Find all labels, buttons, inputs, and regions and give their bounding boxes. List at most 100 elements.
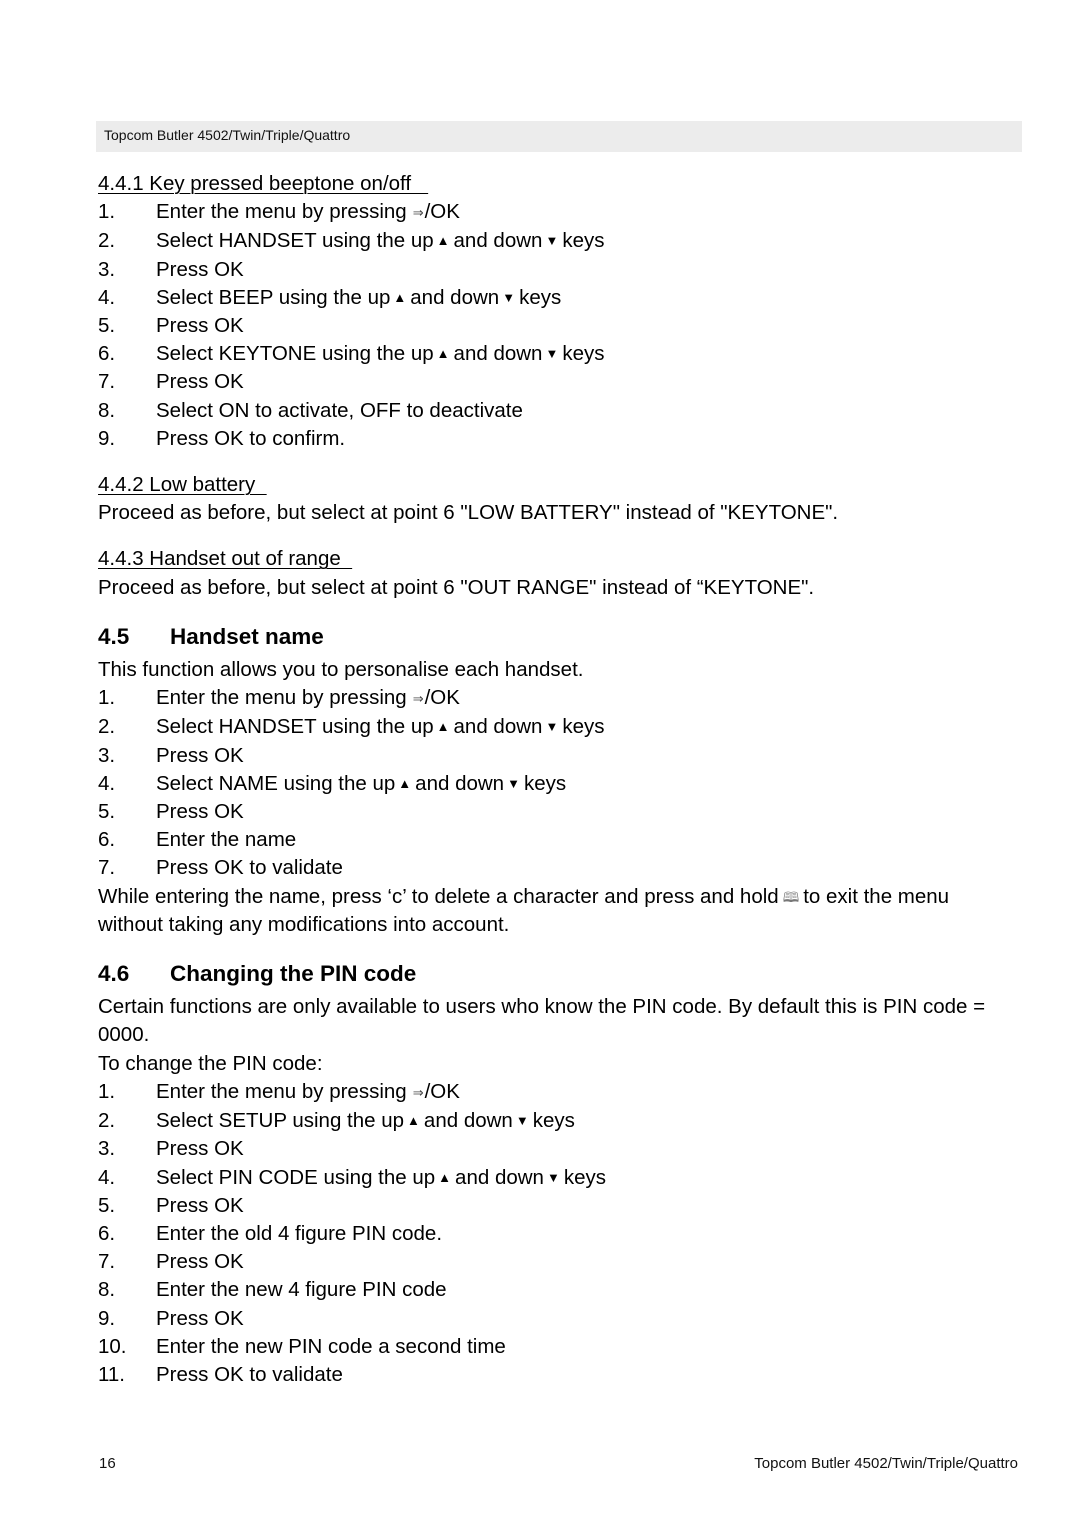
- step-text: Enter the menu by pressing ⇒/OK: [156, 684, 460, 713]
- section-number: 4.6: [98, 961, 130, 987]
- step-text: Select NAME using the up ▲ and down ▼ keys: [156, 770, 566, 798]
- step-item: 6. Enter the name: [98, 826, 1018, 854]
- step-text-start: Select HANDSET using the up: [156, 229, 434, 253]
- step-text-start: Select HANDSET using the up: [156, 715, 434, 739]
- step-number: 4.: [98, 285, 116, 309]
- step-item: 2. Select HANDSET using the up ▲ and down ▼ k…: [98, 227, 1018, 255]
- down-arrow-icon: ▼: [545, 233, 559, 249]
- up-arrow-icon: ▲: [398, 775, 412, 791]
- section-intro: This function allows you to personalise …: [98, 658, 584, 682]
- section-intro: Certain functions are only available to …: [98, 995, 986, 1047]
- step-text: Press OK: [156, 314, 244, 338]
- step-text: Enter the menu by pressing ⇒/OK: [156, 1078, 460, 1107]
- step-text: Enter the new PIN code a second time: [156, 1334, 506, 1358]
- step-text: Press OK: [156, 1306, 244, 1330]
- step-text-start: Select PIN CODE using the up: [156, 1165, 436, 1189]
- step-text: Press OK: [156, 1137, 244, 1161]
- step-text: Select HANDSET using the up ▲ and down ▼ key…: [156, 713, 604, 741]
- down-arrow-icon: ▼: [502, 289, 516, 305]
- step-text-middle: and down: [453, 229, 543, 253]
- step-item: 1. Enter the menu by pressing ⇒/OK: [98, 684, 1018, 713]
- step-text-end: /OK: [424, 686, 460, 710]
- step-number: 7.: [98, 856, 116, 880]
- step-number: 4.: [98, 771, 116, 795]
- section-heading: 4.6 Changing the PIN code: [98, 960, 1018, 988]
- section-4-4-2: 4.4.2 Low battery Proceed as before, but…: [98, 471, 1018, 527]
- section-lead: To change the PIN code:: [98, 1051, 323, 1075]
- step-item: 1. Enter the menu by pressing ⇒/OK: [98, 198, 1018, 227]
- step-item: 5. Press OK: [98, 798, 1018, 826]
- step-number: 1.: [98, 1079, 116, 1103]
- step-number: 6.: [98, 1221, 116, 1245]
- step-item: 4. Select PIN CODE using the up ▲ and down ▼…: [98, 1164, 1018, 1192]
- step-text-middle: and down: [453, 715, 543, 739]
- down-arrow-icon: ▼: [546, 1169, 560, 1185]
- footer-title: Topcom Butler 4502/Twin/Triple/Quattro: [754, 1455, 1018, 1472]
- step-item: 3. Press OK: [98, 742, 1018, 770]
- subsection-body: Proceed as before, but select at point 6…: [98, 501, 839, 525]
- steps-list: 1. Enter the menu by pressing ⇒/OK 2. Select…: [98, 1078, 1018, 1389]
- step-text-start: Enter the menu by pressing: [156, 200, 407, 224]
- step-text: Select SETUP using the up ▲ and down ▼ keys: [156, 1107, 575, 1135]
- step-item: 11. Press OK to validate: [98, 1361, 1018, 1389]
- menu-enter-icon: ⇒: [412, 205, 424, 221]
- section-4-5: 4.5 Handset name This function allows yo…: [98, 623, 1018, 939]
- step-text-middle: and down: [453, 342, 543, 366]
- step-text-end: keys: [519, 285, 562, 309]
- step-text-middle: and down: [410, 285, 500, 309]
- step-number: 9.: [98, 1306, 116, 1330]
- step-text-end: /OK: [424, 1079, 460, 1103]
- step-text-middle: and down: [415, 771, 505, 795]
- step-text: Press OK: [156, 1193, 244, 1217]
- step-number: 2.: [98, 715, 116, 739]
- step-text: Press OK: [156, 800, 244, 824]
- step-text: Press OK to validate: [156, 856, 343, 880]
- step-text: Press OK: [156, 743, 244, 767]
- step-number: 3.: [98, 257, 116, 281]
- step-text-middle: and down: [455, 1165, 544, 1189]
- step-text-end: /OK: [424, 200, 460, 224]
- up-arrow-icon: ▲: [436, 346, 450, 362]
- step-text-start: Enter the menu by pressing: [156, 1079, 407, 1103]
- step-text: Press OK: [156, 370, 244, 394]
- subsection-title: 4.4.1 Key pressed beeptone on/off: [98, 172, 429, 195]
- step-text-end: keys: [562, 715, 605, 739]
- step-number: 9.: [98, 426, 116, 450]
- page-header: Topcom Butler 4502/Twin/Triple/Quattro: [96, 121, 1022, 152]
- subsection-title: 4.4.3 Handset out of range: [98, 547, 353, 571]
- section-number: 4.5: [98, 623, 130, 649]
- step-item: 5. Press OK: [98, 1192, 1018, 1220]
- step-number: 6.: [98, 828, 116, 852]
- step-item: 4. Select NAME using the up ▲ and down ▼ keys: [98, 770, 1018, 798]
- step-number: 11.: [98, 1362, 125, 1386]
- step-number: 7.: [98, 370, 116, 394]
- section-4-4-1: 4.4.1 Key pressed beeptone on/off 1. Ente…: [98, 170, 1018, 453]
- section-title: Handset name: [170, 623, 324, 649]
- step-item: 7. Press OK to validate: [98, 854, 1018, 882]
- step-number: 5.: [98, 800, 116, 824]
- step-number: 5.: [98, 314, 116, 338]
- step-text: Enter the old 4 figure PIN code.: [156, 1221, 443, 1245]
- step-text: Select ON to activate, OFF to deactivate: [156, 398, 523, 422]
- step-item: 2. Select HANDSET using the up ▲ and down ▼ k…: [98, 713, 1018, 741]
- steps-list: 1. Enter the menu by pressing ⇒/OK 2. Select…: [98, 198, 1018, 453]
- step-text-end: keys: [523, 771, 567, 795]
- down-arrow-icon: ▼: [507, 775, 520, 791]
- down-arrow-icon: ▼: [545, 346, 559, 362]
- step-number: 1.: [98, 686, 116, 710]
- step-text: Select BEEP using the up ▲ and down ▼ keys: [156, 284, 561, 312]
- step-number: 3.: [98, 743, 116, 767]
- section-title: Changing the PIN code: [170, 961, 417, 987]
- up-arrow-icon: ▲: [393, 289, 407, 305]
- up-arrow-icon: ▲: [436, 719, 450, 735]
- up-arrow-icon: ▲: [407, 1113, 420, 1129]
- step-text: Press OK to validate: [156, 1362, 343, 1386]
- step-item: 7. Press OK: [98, 368, 1018, 396]
- step-item: 6. Enter the old 4 figure PIN code.: [98, 1220, 1018, 1248]
- section-note: While entering the name, press ‘c’ to de…: [98, 883, 1018, 939]
- step-number: 8.: [98, 398, 116, 422]
- step-text-middle: and down: [423, 1109, 513, 1133]
- step-text: Press OK: [156, 1250, 244, 1274]
- page-content: 4.4.1 Key pressed beeptone on/off 1. Ente…: [98, 170, 1018, 1389]
- header-title: Topcom Butler 4502/Twin/Triple/Quattro: [104, 127, 351, 143]
